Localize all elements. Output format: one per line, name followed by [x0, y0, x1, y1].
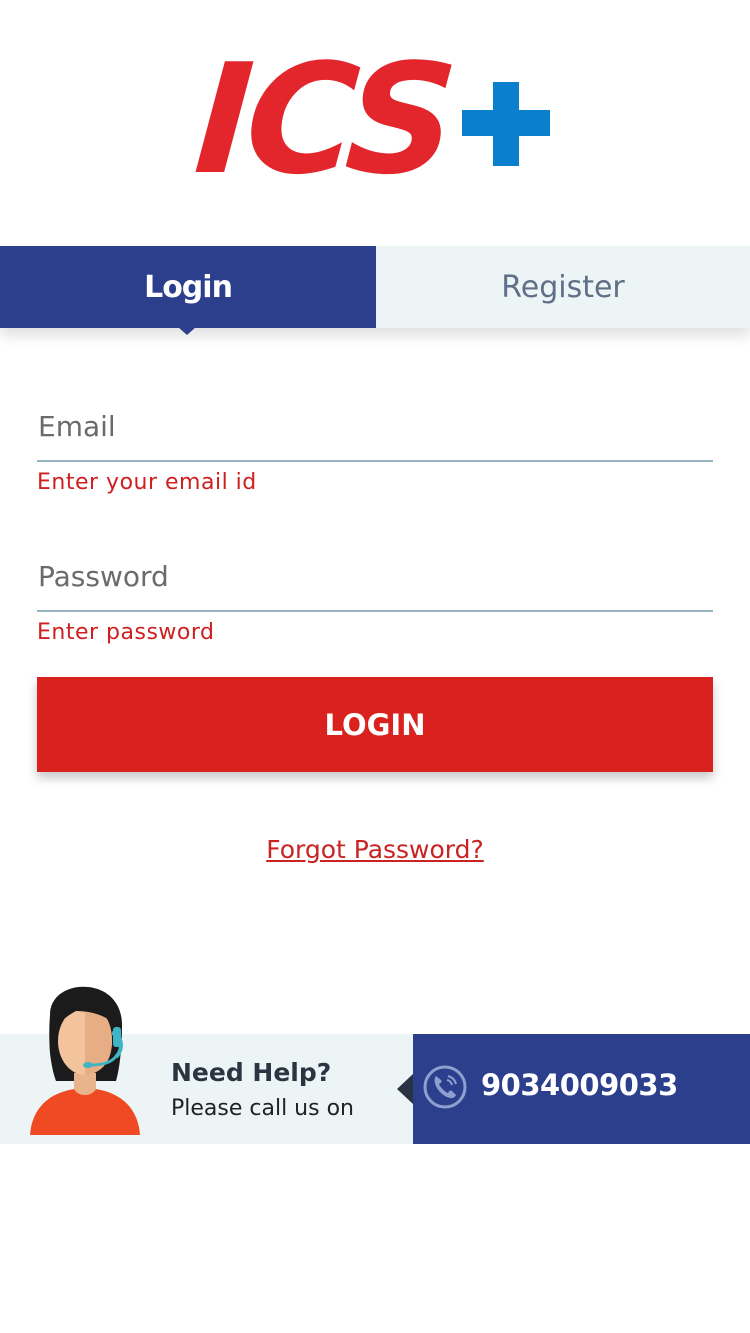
password-error: Enter password — [37, 620, 215, 645]
email-error: Enter your email id — [37, 470, 257, 495]
ics-plus-logo: ICS — [190, 31, 558, 208]
help-title: Need Help? — [171, 1058, 332, 1087]
forgot-password-link[interactable]: Forgot Password? — [0, 835, 750, 864]
tab-login[interactable]: Login — [0, 246, 376, 335]
password-input[interactable] — [37, 538, 713, 612]
tab-login-label: Login — [144, 269, 233, 305]
login-button[interactable]: LOGIN — [37, 677, 713, 772]
help-phone-number[interactable]: 9034009033 — [481, 1068, 678, 1102]
email-input[interactable] — [37, 388, 713, 462]
password-field-group: Enter password — [37, 538, 713, 645]
phone-icon — [423, 1065, 467, 1109]
active-tab-caret-icon — [178, 327, 196, 335]
tab-register[interactable]: Register — [376, 246, 750, 328]
logo-text: ICS — [189, 31, 457, 208]
support-agent-icon — [30, 986, 140, 1135]
auth-tabs: Login Register — [0, 246, 750, 335]
tab-register-label: Register — [501, 269, 625, 305]
email-field-group: Enter your email id — [37, 388, 713, 495]
logo-plus-icon — [462, 82, 550, 166]
forgot-password-label: Forgot Password? — [266, 835, 484, 864]
help-subtitle: Please call us on — [171, 1096, 354, 1121]
help-pointer-icon — [397, 1074, 413, 1104]
login-page: ICS Login Register Enter your email id E… — [0, 0, 750, 1333]
